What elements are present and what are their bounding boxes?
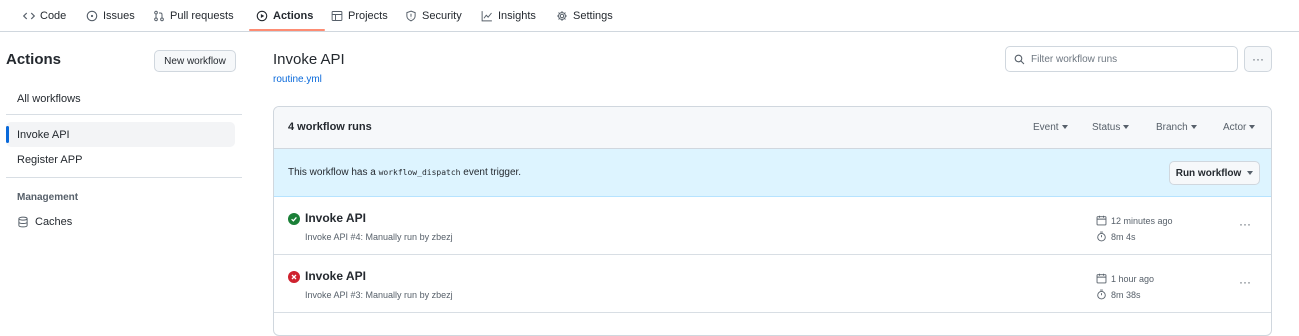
run-workflow-button[interactable]: Run workflow (1169, 161, 1260, 185)
caret-down-icon (1190, 125, 1197, 130)
run-time-label: 1 hour ago (1111, 273, 1155, 284)
run-subtitle: Invoke API #3: Manually run by zbezj (305, 290, 453, 300)
more-options-button[interactable]: ··· (1244, 46, 1272, 72)
calendar-icon (1096, 215, 1107, 226)
dispatch-notice: This workflow has a workflow_dispatch ev… (274, 149, 1271, 197)
calendar-icon (1096, 273, 1107, 284)
tab-insights[interactable]: Insights (481, 0, 536, 32)
run-more-button[interactable]: ··· (1239, 275, 1251, 289)
tab-actions[interactable]: Actions (256, 0, 313, 32)
tab-code-label: Code (40, 10, 67, 22)
tab-projects[interactable]: Projects (331, 0, 388, 32)
sidebar-active-indicator (6, 126, 9, 143)
table-icon (331, 11, 343, 21)
runs-header: 4 workflow runs Event Status Branch Acto… (274, 107, 1271, 149)
run-title[interactable]: Invoke API (305, 269, 366, 283)
issue-icon (86, 10, 98, 22)
workflow-run-row[interactable]: Invoke API Invoke API #3: Manually run b… (274, 255, 1271, 313)
search-icon (1014, 54, 1025, 64)
tab-pull-requests[interactable]: Pull requests (153, 0, 234, 32)
database-icon (18, 216, 28, 228)
filter-placeholder: Filter workflow runs (1031, 53, 1118, 65)
tab-settings-label: Settings (573, 10, 613, 22)
page-title: Invoke API (273, 51, 345, 68)
run-duration: 8m 4s (1096, 231, 1136, 242)
run-more-button[interactable]: ··· (1239, 217, 1251, 231)
tab-actions-label: Actions (273, 10, 314, 22)
graph-icon (481, 11, 492, 22)
actor-filter[interactable]: Actor (1223, 122, 1256, 133)
caret-down-icon (1061, 125, 1068, 130)
new-workflow-button[interactable]: New workflow (154, 50, 236, 72)
run-time: 12 minutes ago (1096, 215, 1173, 226)
tab-code[interactable]: Code (23, 0, 66, 32)
failure-x-icon (288, 271, 300, 283)
run-title[interactable]: Invoke API (305, 211, 366, 225)
notice-text: This workflow has a workflow_dispatch ev… (288, 167, 521, 178)
tab-issues-label: Issues (103, 10, 135, 22)
run-time-label: 12 minutes ago (1111, 215, 1173, 226)
actor-filter-label: Actor (1223, 122, 1247, 133)
event-filter[interactable]: Event (1033, 122, 1068, 133)
caret-down-icon (1249, 125, 1256, 130)
tab-security-label: Security (422, 10, 462, 22)
stopwatch-icon (1097, 289, 1106, 300)
sidebar-item-invoke-api[interactable]: Invoke API (17, 129, 70, 141)
branch-filter[interactable]: Branch (1156, 122, 1197, 133)
workflow-run-row[interactable]: Invoke API Invoke API #4: Manually run b… (274, 197, 1271, 255)
pull-request-icon (154, 10, 164, 22)
run-workflow-label: Run workflow (1175, 167, 1242, 179)
gear-icon (557, 11, 567, 21)
event-filter-label: Event (1033, 122, 1059, 133)
workflow-file-link[interactable]: routine.yml (273, 74, 322, 85)
success-check-icon (288, 213, 300, 225)
shield-icon (406, 10, 416, 22)
status-filter[interactable]: Status (1092, 122, 1130, 133)
caret-down-icon (1247, 171, 1254, 175)
run-subtitle: Invoke API #4: Manually run by zbezj (305, 232, 453, 242)
branch-filter-label: Branch (1156, 122, 1188, 133)
active-tab-underline (249, 29, 325, 31)
sidebar-title: Actions (6, 51, 62, 68)
sidebar-divider (6, 114, 242, 115)
sidebar-item-caches-label: Caches (35, 216, 73, 228)
workflow-runs-box: 4 workflow runs Event Status Branch Acto… (273, 106, 1272, 336)
run-duration: 8m 38s (1096, 289, 1141, 300)
status-filter-label: Status (1092, 122, 1121, 133)
stopwatch-icon (1097, 231, 1106, 242)
play-icon (256, 10, 268, 22)
code-icon (23, 12, 35, 20)
tab-projects-label: Projects (348, 10, 388, 22)
run-time: 1 hour ago (1096, 273, 1154, 284)
sidebar-heading-management: Management (17, 192, 79, 203)
tab-settings[interactable]: Settings (556, 0, 613, 32)
tab-issues[interactable]: Issues (86, 0, 135, 32)
runs-count: 4 workflow runs (288, 121, 372, 133)
notice-code: workflow_dispatch (378, 168, 461, 177)
sidebar-item-caches[interactable]: Caches (17, 216, 72, 228)
repo-nav: Code Issues Pull requests Actions Projec… (0, 0, 1299, 32)
sidebar-divider (6, 177, 242, 178)
caret-down-icon (1123, 125, 1130, 130)
tab-pull-requests-label: Pull requests (170, 10, 234, 22)
run-duration-label: 8m 38s (1111, 289, 1141, 300)
tab-security[interactable]: Security (405, 0, 462, 32)
tab-insights-label: Insights (498, 10, 536, 22)
filter-workflow-runs-input[interactable]: Filter workflow runs (1005, 46, 1238, 72)
sidebar-item-register-app[interactable]: Register APP (17, 154, 82, 166)
notice-suffix: event trigger. (463, 167, 522, 178)
notice-prefix: This workflow has a (288, 167, 376, 178)
sidebar-item-all-workflows[interactable]: All workflows (17, 93, 81, 105)
run-duration-label: 8m 4s (1111, 231, 1136, 242)
